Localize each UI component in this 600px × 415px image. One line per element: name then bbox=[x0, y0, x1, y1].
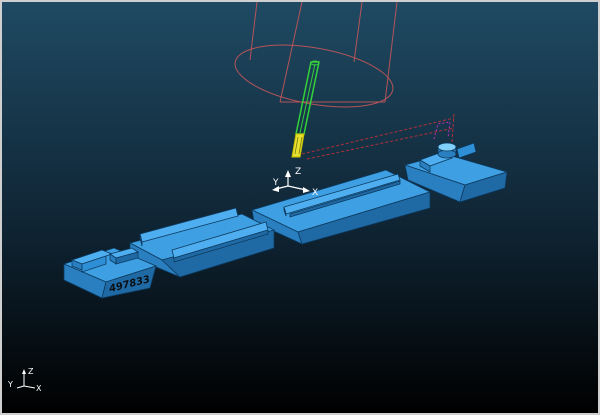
scene-canvas[interactable]: 497833 Z X Y Z X Y bbox=[2, 2, 598, 413]
local-axis-y-label: Y bbox=[272, 178, 279, 188]
global-axis-triad: Z X Y bbox=[7, 367, 42, 393]
tool-holder-wireframe bbox=[234, 2, 398, 108]
cutting-tool bbox=[291, 60, 320, 158]
toolpath bbox=[301, 113, 455, 160]
global-axis-y-label: Y bbox=[7, 380, 13, 389]
local-axis-z-label: Z bbox=[295, 167, 301, 177]
local-axis-triad: Z X Y bbox=[272, 167, 318, 198]
local-axis-x-label: X bbox=[312, 188, 318, 198]
global-axis-x-label: X bbox=[36, 384, 42, 393]
global-axis-z-label: Z bbox=[28, 367, 34, 376]
graphics-viewport[interactable]: 497833 Z X Y Z X Y bbox=[0, 0, 600, 415]
fixture-block-4 bbox=[250, 169, 432, 245]
